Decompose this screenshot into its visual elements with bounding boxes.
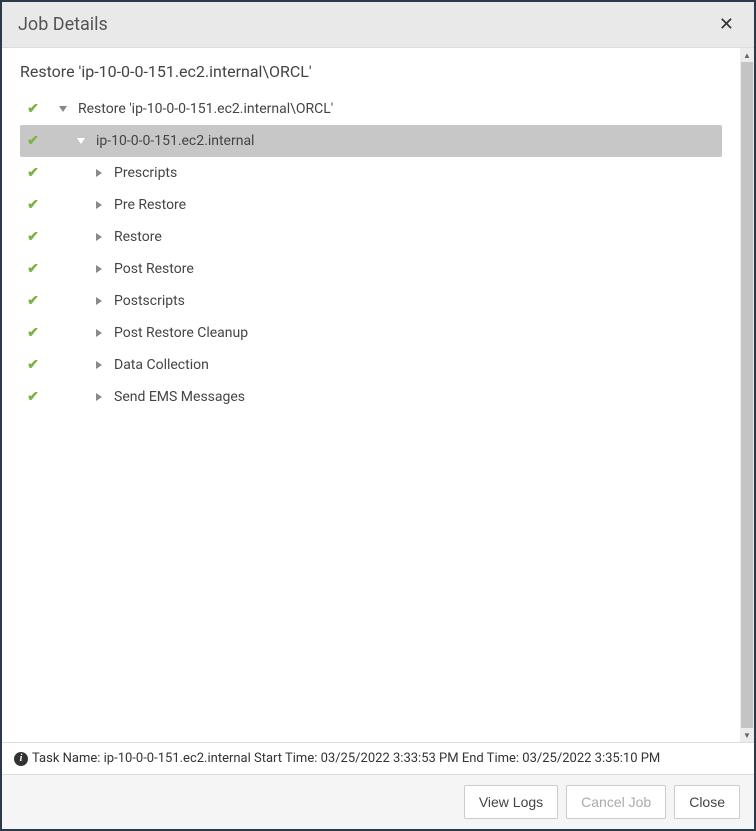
check-icon: ✔ <box>27 197 39 213</box>
check-icon: ✔ <box>27 389 39 405</box>
status-success-icon: ✔ <box>20 357 46 373</box>
chevron-right-icon[interactable] <box>92 329 106 337</box>
check-icon: ✔ <box>27 133 39 149</box>
tree-row[interactable]: ✔ Restore <box>20 221 722 253</box>
chevron-right-icon[interactable] <box>92 169 106 177</box>
status-success-icon: ✔ <box>20 197 46 213</box>
tree-row[interactable]: ✔ ip-10-0-0-151.ec2.internal <box>20 125 722 157</box>
job-subtitle: Restore 'ip-10-0-0-151.ec2.internal\ORCL… <box>2 48 740 93</box>
chevron-right-icon[interactable] <box>92 201 106 209</box>
tree-node-label: Post Restore Cleanup <box>112 325 248 341</box>
tree-node-label: ip-10-0-0-151.ec2.internal <box>94 133 254 149</box>
chevron-right-icon[interactable] <box>92 393 106 401</box>
tree-row[interactable]: ✔ Prescripts <box>20 157 722 189</box>
job-details-dialog: Job Details ✕ Restore 'ip-10-0-0-151.ec2… <box>2 2 754 829</box>
status-success-icon: ✔ <box>20 389 46 405</box>
close-icon: ✕ <box>719 14 734 34</box>
info-icon: i <box>14 752 28 766</box>
status-text: Task Name: ip-10-0-0-151.ec2.internal St… <box>32 751 660 766</box>
dialog-footer: View Logs Cancel Job Close <box>2 774 754 829</box>
cancel-job-button: Cancel Job <box>566 785 666 819</box>
tree-node-label: Data Collection <box>112 357 209 373</box>
chevron-right-icon[interactable] <box>92 233 106 241</box>
tree-node-label: Post Restore <box>112 261 194 277</box>
status-bar: i Task Name: ip-10-0-0-151.ec2.internal … <box>2 742 754 774</box>
tree-row[interactable]: ✔ Pre Restore <box>20 189 722 221</box>
status-success-icon: ✔ <box>20 261 46 277</box>
status-success-icon: ✔ <box>20 229 46 245</box>
status-success-icon: ✔ <box>20 325 46 341</box>
close-button[interactable]: Close <box>674 785 740 819</box>
check-icon: ✔ <box>27 229 39 245</box>
dialog-body: Restore 'ip-10-0-0-151.ec2.internal\ORCL… <box>2 48 754 774</box>
tree-row[interactable]: ✔ Send EMS Messages <box>20 381 722 413</box>
tree-row[interactable]: ✔ Data Collection <box>20 349 722 381</box>
tree-node-label: Restore 'ip-10-0-0-151.ec2.internal\ORCL… <box>76 101 333 117</box>
status-success-icon: ✔ <box>20 133 46 149</box>
scroll-up-arrow-icon[interactable]: ▲ <box>740 48 754 62</box>
check-icon: ✔ <box>27 293 39 309</box>
status-success-icon: ✔ <box>20 293 46 309</box>
chevron-right-icon[interactable] <box>92 361 106 369</box>
tree-row[interactable]: ✔ Post Restore <box>20 253 722 285</box>
chevron-down-icon[interactable] <box>74 138 88 144</box>
tree-node-label: Send EMS Messages <box>112 389 245 405</box>
check-icon: ✔ <box>27 357 39 373</box>
check-icon: ✔ <box>27 165 39 181</box>
close-icon-button[interactable]: ✕ <box>715 14 738 35</box>
dialog-header: Job Details ✕ <box>2 2 754 48</box>
tree-row[interactable]: ✔ Post Restore Cleanup <box>20 317 722 349</box>
check-icon: ✔ <box>27 101 39 117</box>
status-success-icon: ✔ <box>20 101 46 117</box>
scroll-thumb[interactable] <box>741 62 753 728</box>
vertical-scrollbar[interactable]: ▲ ▼ <box>740 48 754 742</box>
tree-node-label: Prescripts <box>112 165 177 181</box>
tree-row[interactable]: ✔ Postscripts <box>20 285 722 317</box>
chevron-right-icon[interactable] <box>92 297 106 305</box>
tree-node-label: Restore <box>112 229 162 245</box>
check-icon: ✔ <box>27 261 39 277</box>
tree-node-label: Postscripts <box>112 293 185 309</box>
tree-node-label: Pre Restore <box>112 197 186 213</box>
tree-row[interactable]: ✔ Restore 'ip-10-0-0-151.ec2.internal\ORC… <box>20 93 722 125</box>
view-logs-button[interactable]: View Logs <box>464 785 558 819</box>
check-icon: ✔ <box>27 325 39 341</box>
job-tree: ✔ Restore 'ip-10-0-0-151.ec2.internal\ORC… <box>2 93 740 413</box>
dialog-title: Job Details <box>18 14 108 35</box>
status-success-icon: ✔ <box>20 165 46 181</box>
scroll-down-arrow-icon[interactable]: ▼ <box>740 728 754 742</box>
chevron-right-icon[interactable] <box>92 265 106 273</box>
chevron-down-icon[interactable] <box>56 106 70 112</box>
